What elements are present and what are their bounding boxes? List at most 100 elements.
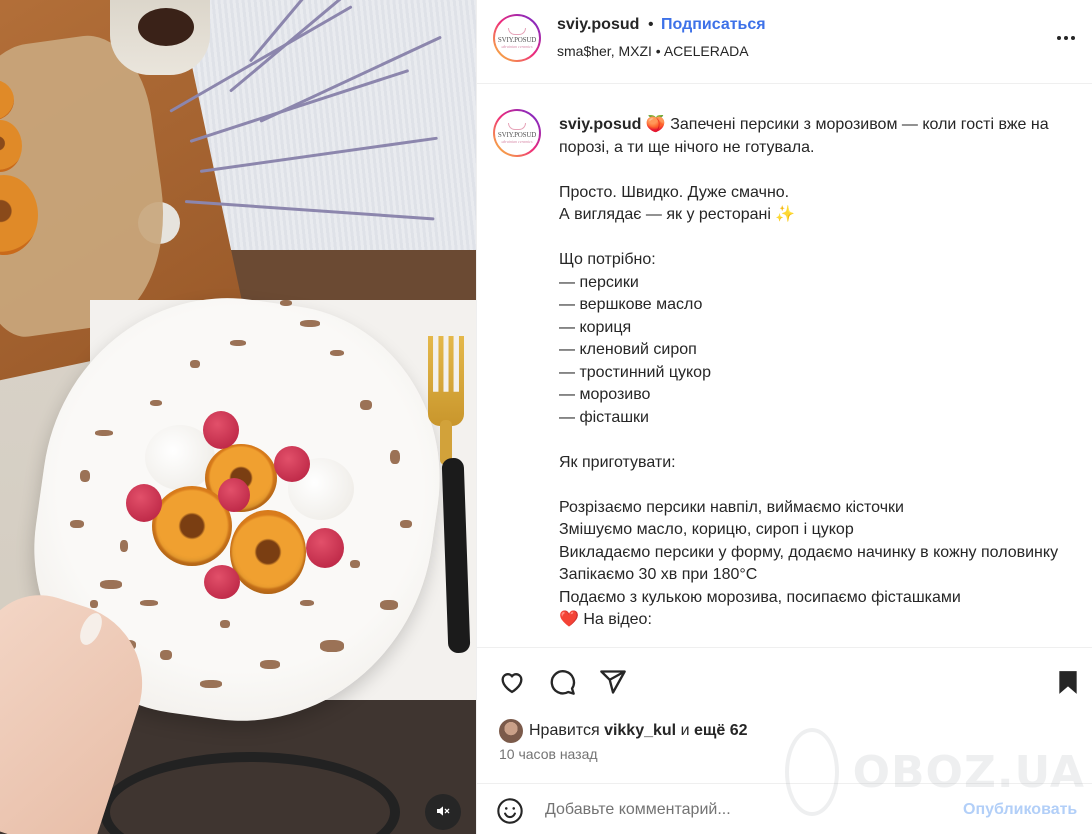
caption-line-text: — фісташки xyxy=(559,408,649,426)
glaze-speck xyxy=(400,520,412,528)
glaze-speck xyxy=(260,660,280,669)
caption-line: А виглядає — як у ресторані ✨ xyxy=(559,204,1079,227)
glaze-speck xyxy=(280,300,292,306)
caption-line-text: — кленовий сироп xyxy=(559,341,697,358)
caption-line: — тростинний цукор xyxy=(559,362,1079,385)
volume-off-icon xyxy=(435,803,451,822)
raspberry xyxy=(203,411,239,449)
caption-line: Подаємо з кулькою морозива, посипаємо фі… xyxy=(559,587,1079,610)
avatar-sub: ukrainian ceramics xyxy=(501,138,533,144)
glaze-speck xyxy=(150,400,162,406)
raspberry xyxy=(126,484,162,522)
liker-avatar[interactable] xyxy=(499,719,523,743)
caption-line-text: — морозиво xyxy=(559,386,651,403)
caption-line-text: ❤️ На відео: xyxy=(559,611,652,628)
emoji-icon[interactable] xyxy=(496,797,524,830)
caption-line-text: Розрізаємо персики навпіл, виймаємо кіст… xyxy=(559,498,904,516)
caption-line: Запікаємо 30 хв при 180°C xyxy=(559,564,1079,587)
caption-line-text: Що потрібно: xyxy=(559,251,656,268)
comment-input[interactable] xyxy=(545,798,945,822)
caption-line: — фісташки xyxy=(559,407,1079,430)
mute-button[interactable] xyxy=(425,794,461,830)
likes-more-link[interactable]: ещё 62 xyxy=(694,722,748,740)
glaze-speck xyxy=(360,400,372,410)
caption-area: SVIY.POSUD ukrainian ceramics sviy.posud… xyxy=(477,85,1092,647)
syrup-in-jug xyxy=(138,8,194,46)
raspberry xyxy=(306,528,344,568)
share-icon[interactable] xyxy=(598,668,628,701)
bookmark-icon[interactable] xyxy=(1055,668,1081,701)
caption-line: Викладаємо персики у форму, додаємо начи… xyxy=(559,542,1079,565)
caption-text: sviy.posud 🍑 Запечені персики з морозиво… xyxy=(559,114,1079,632)
post-panel: SVIY.POSUD ukrainian ceramics sviy.posud… xyxy=(476,0,1092,834)
caption-line-text: — персики xyxy=(559,273,639,291)
glaze-speck xyxy=(140,600,158,606)
avatar-inner: SVIY.POSUD ukrainian ceramics xyxy=(495,111,539,155)
glaze-speck xyxy=(300,320,320,327)
actions-section: Нравится vikky_kul и ещё 62 10 часов наз… xyxy=(477,647,1092,783)
glaze-speck xyxy=(350,560,360,568)
caption-line: Що потрібно: xyxy=(559,249,1079,272)
caption-line: Просто. Швидко. Дуже смачно. xyxy=(559,182,1079,205)
avatar-inner: SVIY.POSUD ukrainian ceramics xyxy=(495,16,539,60)
comment-icon[interactable] xyxy=(547,668,577,701)
post-header: SVIY.POSUD ukrainian ceramics sviy.posud… xyxy=(477,0,1092,84)
liker-username[interactable]: vikky_kul xyxy=(604,722,676,740)
caption-line: — вершкове масло xyxy=(559,294,1079,317)
glaze-speck xyxy=(100,580,122,589)
avatar-sub: ukrainian ceramics xyxy=(501,43,533,49)
separator-dot: • xyxy=(648,16,654,33)
raspberry xyxy=(204,565,240,599)
likes-prefix: Нравится xyxy=(529,722,600,739)
glaze-speck xyxy=(90,600,98,608)
glaze-speck xyxy=(95,430,113,436)
glaze-speck xyxy=(70,520,84,528)
baked-peach xyxy=(230,510,306,594)
caption-first-line: sviy.posud 🍑 Запечені персики з морозиво… xyxy=(559,114,1079,159)
likes-mid: и xyxy=(680,722,690,739)
caption-line-text: — вершкове масло xyxy=(559,296,703,313)
caption-line: — кориця xyxy=(559,317,1079,340)
caption-line-text: А виглядає — як у ресторані ✨ xyxy=(559,206,796,223)
caption-line-text: Подаємо з кулькою морозива, посипаємо фі… xyxy=(559,588,961,606)
follow-button[interactable]: Подписаться xyxy=(661,16,766,34)
caption-line: Як приготувати: xyxy=(559,452,1079,475)
caption-line: Змішуємо масло, корицю, сироп і цукор xyxy=(559,519,1079,542)
post-video[interactable] xyxy=(0,0,476,834)
glaze-speck xyxy=(320,640,344,652)
caption-username[interactable]: sviy.posud xyxy=(559,116,641,133)
comment-bar: Опубликовать xyxy=(477,783,1092,834)
glaze-speck xyxy=(120,540,128,552)
caption-line-text: — тростинний цукор xyxy=(559,363,711,381)
caption-line-text: — кориця xyxy=(559,318,632,336)
audio-track-link[interactable]: sma$her, MXZI • ACELERADA xyxy=(557,43,749,59)
avatar-brand: SVIY.POSUD xyxy=(497,35,537,44)
publish-button[interactable]: Опубликовать xyxy=(963,801,1077,819)
caption-line-text: Просто. Швидко. Дуже смачно. xyxy=(559,183,790,201)
glaze-speck xyxy=(190,360,200,368)
likes-row: Нравится vikky_kul и ещё 62 xyxy=(499,719,748,743)
glaze-speck xyxy=(220,620,230,628)
cup-logo-icon xyxy=(508,122,526,130)
caption-line: ❤️ На відео: xyxy=(559,609,1079,632)
glaze-speck xyxy=(200,680,222,688)
glaze-speck xyxy=(160,650,172,660)
glaze-speck xyxy=(390,450,400,464)
cup-logo-icon xyxy=(508,27,526,35)
glaze-speck xyxy=(300,600,314,606)
post-timestamp[interactable]: 10 часов назад xyxy=(499,746,598,762)
caption-line-text: Викладаємо персики у форму, додаємо начи… xyxy=(559,543,1059,561)
glaze-speck xyxy=(380,600,398,610)
caption-line: — кленовий сироп xyxy=(559,339,1079,362)
avatar-brand: SVIY.POSUD xyxy=(497,130,537,139)
profile-username[interactable]: sviy.posud xyxy=(557,16,639,34)
more-options-icon[interactable] xyxy=(1051,26,1081,50)
caption-avatar[interactable]: SVIY.POSUD ukrainian ceramics xyxy=(493,109,541,157)
profile-avatar[interactable]: SVIY.POSUD ukrainian ceramics xyxy=(493,14,541,62)
heart-icon[interactable] xyxy=(497,668,527,701)
raspberry xyxy=(218,478,250,512)
